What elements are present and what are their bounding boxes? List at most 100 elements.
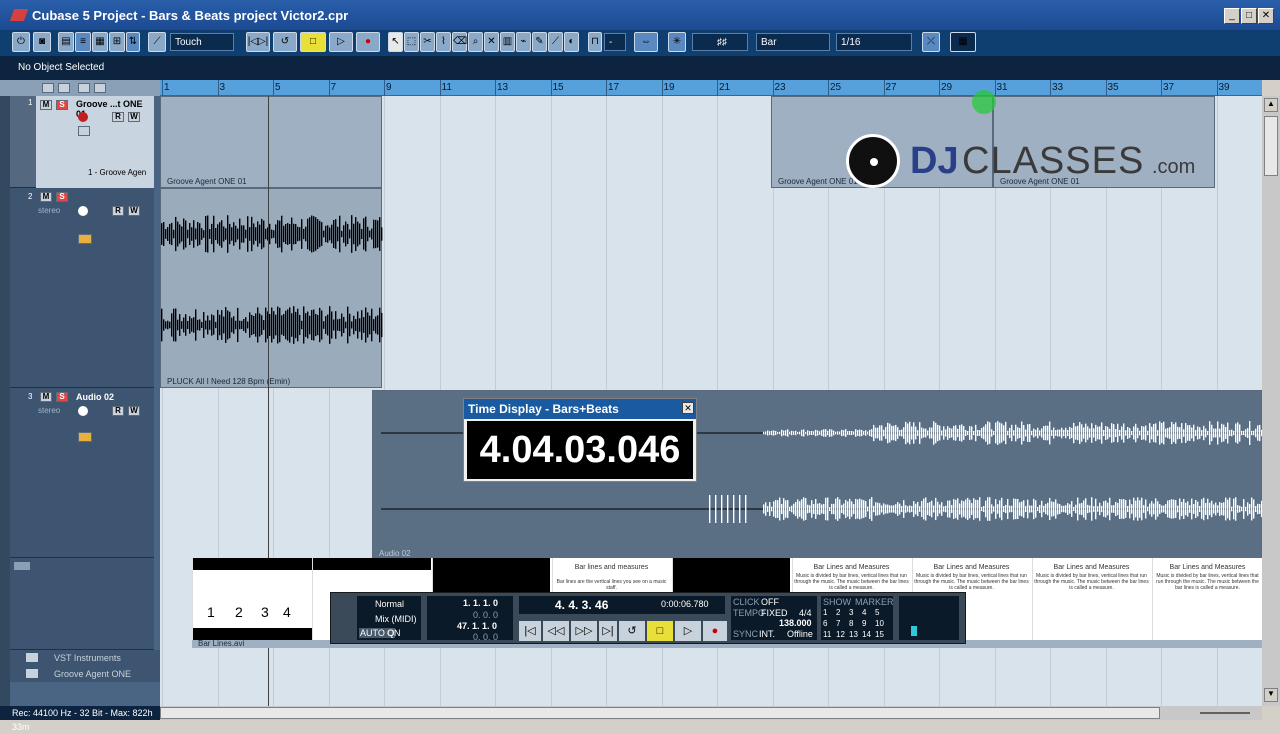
show-markers-button[interactable]: SHOW: [823, 597, 851, 607]
marker-button-4[interactable]: 4: [862, 608, 866, 617]
scroll-thumb[interactable]: [1264, 116, 1278, 176]
scroll-thumb[interactable]: [160, 707, 1160, 719]
zoom-tool-icon[interactable]: ⌕: [468, 32, 483, 52]
quantize-select[interactable]: 1/16: [836, 33, 912, 51]
click-button[interactable]: CLICK: [733, 597, 760, 607]
automation-icon[interactable]: ⟋: [148, 32, 166, 52]
record-enable-icon[interactable]: [78, 112, 88, 122]
comp-tool-icon[interactable]: ▥: [500, 32, 515, 52]
write-automation-button[interactable]: W: [128, 406, 140, 416]
autoscroll-icon[interactable]: ⊓: [588, 32, 602, 52]
time-warp-tool-icon[interactable]: ⌁: [516, 32, 531, 52]
read-automation-button[interactable]: R: [112, 112, 124, 122]
time-display-close-button[interactable]: ✕: [682, 402, 694, 414]
marker-button-1[interactable]: 1: [823, 608, 827, 617]
marker-button-9[interactable]: 9: [862, 619, 866, 628]
global-solo-icon[interactable]: [58, 83, 70, 93]
forward-button[interactable]: ▷▷: [571, 621, 597, 641]
view-infoline-button[interactable]: ≡: [75, 32, 91, 52]
activate-project-button[interactable]: ⏻: [12, 32, 30, 52]
solo-button[interactable]: S: [56, 392, 68, 402]
record-enable-icon[interactable]: [78, 406, 88, 416]
zoom-slider[interactable]: [1200, 712, 1250, 714]
marker-button-13[interactable]: 13: [849, 630, 858, 639]
stop-button[interactable]: □: [300, 32, 326, 52]
track-header-3[interactable]: 3 M S Audio 02 stereo R W: [10, 388, 154, 558]
marker-button-8[interactable]: 8: [849, 619, 853, 628]
position-bars-value[interactable]: 4. 4. 3. 46: [555, 598, 608, 612]
track-header-1[interactable]: 1 Groove ...t ONE 01 M S R W 1 - Groove …: [10, 96, 154, 188]
snap-to-zero-button[interactable]: ✳: [668, 32, 686, 52]
sync-button[interactable]: SYNC: [733, 629, 758, 639]
tempo-value[interactable]: 138.000: [779, 618, 812, 628]
folder-track-groove[interactable]: Groove Agent ONE: [10, 666, 160, 682]
automation-mode-select[interactable]: Touch: [170, 33, 234, 51]
color-picker-icon[interactable]: ▦: [950, 32, 976, 52]
object-selection-tool-icon[interactable]: ↖: [388, 32, 403, 52]
timebase-icon[interactable]: [78, 432, 92, 442]
edit-instrument-icon[interactable]: [78, 126, 90, 136]
view-mixer-button[interactable]: ⇅: [126, 32, 140, 52]
record-mode-select[interactable]: Normal: [375, 599, 404, 609]
marker-button-6[interactable]: 6: [823, 619, 827, 628]
go-to-end-button[interactable]: ▷|: [599, 621, 617, 641]
track-name[interactable]: Audio 02: [76, 392, 114, 402]
maximize-button[interactable]: □: [1241, 8, 1257, 24]
draw-tool-icon[interactable]: ✎: [532, 32, 547, 52]
read-automation-button[interactable]: R: [112, 406, 124, 416]
grid-type-select[interactable]: ♯♯: [692, 33, 748, 51]
line-tool-icon[interactable]: ⟋: [548, 32, 563, 52]
transport-record-button[interactable]: ●: [703, 621, 727, 641]
marker-button-3[interactable]: 3: [849, 608, 853, 617]
cycle-record-select[interactable]: Mix (MIDI): [375, 614, 417, 624]
play-tool-icon[interactable]: ◐: [564, 32, 579, 52]
global-mute-icon[interactable]: [42, 83, 54, 93]
marker-button-11[interactable]: 11: [823, 630, 831, 639]
left-locator-value[interactable]: 1. 1. 1. 0: [463, 598, 498, 608]
solo-button[interactable]: S: [56, 192, 68, 202]
grid-select[interactable]: Bar: [756, 33, 830, 51]
minimize-button[interactable]: _: [1224, 8, 1240, 24]
marker-button-7[interactable]: 7: [836, 619, 840, 628]
transport-cycle-button[interactable]: ↺: [619, 621, 645, 641]
mute-button[interactable]: M: [40, 192, 52, 202]
timebase-icon[interactable]: [78, 234, 92, 244]
glue-tool-icon[interactable]: ⌇: [436, 32, 451, 52]
record-enable-icon[interactable]: [78, 206, 88, 216]
global-read-icon[interactable]: [78, 83, 90, 93]
right-locator-value[interactable]: 47. 1. 1. 0: [457, 621, 497, 631]
autoscroll-select[interactable]: -: [604, 33, 626, 51]
marker-button-10[interactable]: 10: [875, 619, 884, 628]
range-tool-icon[interactable]: ⬚: [404, 32, 419, 52]
view-pool-button[interactable]: ⊞: [109, 32, 125, 52]
iterative-quantize-button[interactable]: ⤫: [922, 32, 940, 52]
marker-button-12[interactable]: 12: [836, 630, 845, 639]
marker-button-14[interactable]: 14: [862, 630, 871, 639]
marker-button-5[interactable]: 5: [875, 608, 879, 617]
play-button[interactable]: ▷: [329, 32, 353, 52]
scroll-down-icon[interactable]: ▼: [1264, 688, 1278, 702]
view-overview-button[interactable]: ▦: [92, 32, 108, 52]
audio-event-pluck[interactable]: PLUCK All I Need 128 Bpm (Emin): [160, 188, 383, 388]
time-display-window[interactable]: Time Display - Bars+Beats ✕ 4.04.03.046: [463, 398, 697, 482]
transport-play-button[interactable]: ▷: [675, 621, 701, 641]
mute-tool-icon[interactable]: ✕: [484, 32, 499, 52]
view-inspector-button[interactable]: ▤: [58, 32, 74, 52]
go-to-start-button[interactable]: |◁▷|: [246, 32, 270, 52]
position-time-value[interactable]: 0:00:06.780: [661, 599, 709, 609]
mute-button[interactable]: M: [40, 100, 52, 110]
split-tool-icon[interactable]: ✂: [420, 32, 435, 52]
rewind-button[interactable]: ◁◁: [543, 621, 569, 641]
write-automation-button[interactable]: W: [128, 112, 140, 122]
track-header-2[interactable]: 2 M S stereo R W: [10, 188, 154, 388]
timeline-ruler[interactable]: 1 3 5 7 9 11 13 15 17 19 21 23 25 27 29 31 33 35 37 39: [160, 80, 1262, 96]
marker-button-2[interactable]: 2: [836, 608, 840, 617]
scroll-up-icon[interactable]: ▲: [1264, 98, 1278, 112]
transport-stop-button[interactable]: □: [647, 621, 673, 641]
vertical-scrollbar[interactable]: ▲ ▼: [1262, 96, 1280, 706]
cycle-button[interactable]: ↺: [273, 32, 297, 52]
rewind-to-start-button[interactable]: |◁: [519, 621, 541, 641]
transport-panel[interactable]: Normal Mix (MIDI) AUTO Q ON 1. 1. 1. 0 0…: [330, 592, 966, 644]
solo-button[interactable]: S: [56, 100, 68, 110]
erase-tool-icon[interactable]: ⌫: [452, 32, 467, 52]
